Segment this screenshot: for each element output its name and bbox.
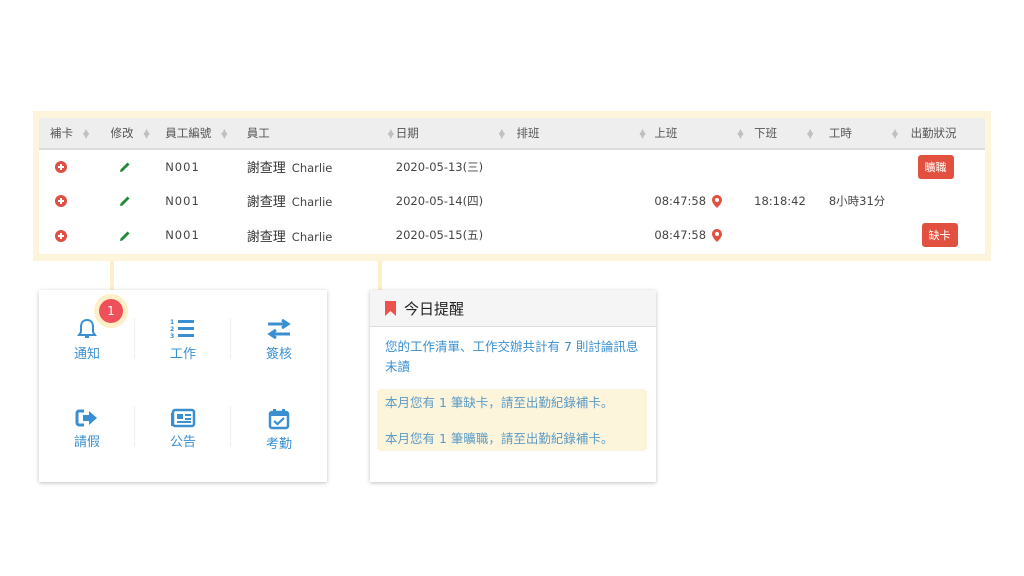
col-header-clock-out[interactable]: 下班 ▲ ▼ [754, 118, 829, 149]
clock-in-cell: 08:47:58 [654, 218, 754, 253]
quick-menu-card: 1 通知 123 工作 簽核 請假 公告 考勤 [39, 290, 327, 482]
hours-cell: 8小時31分 [828, 193, 886, 208]
shift-cell [517, 218, 655, 253]
edit-pencil-icon[interactable] [119, 230, 131, 242]
menu-item-approval[interactable]: 簽核 [231, 290, 327, 386]
svg-text:2: 2 [170, 326, 174, 333]
exchange-arrows-icon [267, 318, 291, 340]
clock-out-cell: 18:18:42 [754, 193, 806, 208]
menu-label: 請假 [73, 435, 100, 450]
table-header-row: 補卡 ▲ ▼ 修改 ▲ ▼ 員工編號 ▲ ▼ 員工 ▲ ▼ 日期 ▲ ▼ 排班 ▲ ▼ 上班 ▲ ▼ 下班 ▲… [39, 118, 985, 149]
employee-cell: 謝查理 Charlie [246, 195, 333, 211]
edit-pencil-icon[interactable] [119, 195, 131, 207]
col-header-employee[interactable]: 員工 ▲ ▼ [247, 118, 396, 149]
menu-item-leave[interactable]: 請假 [39, 386, 135, 482]
newspaper-icon [171, 408, 196, 428]
reminder-absence-link[interactable]: 本月您有 1 筆曠職，請至出勤紀錄補卡。 [385, 429, 642, 449]
date-cell: 2020-05-13(三) [395, 159, 484, 174]
today-reminder-card: 今日提醒 您的工作清單、工作交辦共計有 7 則討論訊息未讀 本月您有 1 筆缺卡… [370, 290, 656, 482]
add-makeup-icon[interactable] [55, 229, 67, 242]
attendance-table: 補卡 ▲ ▼ 修改 ▲ ▼ 員工編號 ▲ ▼ 員工 ▲ ▼ 日期 ▲ ▼ 排班 ▲ ▼ 上班 ▲ ▼ 下班 ▲… [39, 118, 985, 253]
table-row: N001 謝查理 Charlie 2020-05-13(三) 曠職 [39, 149, 985, 184]
reminder-title: 今日提醒 [404, 299, 465, 318]
sort-icon[interactable]: ▲ ▼ [144, 127, 152, 139]
bookmark-icon [385, 300, 396, 316]
menu-item-work[interactable]: 123 工作 [135, 290, 231, 386]
location-pin-icon[interactable] [712, 194, 723, 208]
date-cell: 2020-05-14(四) [395, 193, 484, 208]
emp-id-cell: N001 [165, 193, 200, 208]
menu-label: 簽核 [265, 347, 292, 362]
emp-id-cell: N001 [165, 228, 200, 243]
col-header-hours[interactable]: 工時 ▲ ▼ [829, 118, 911, 149]
col-header-status[interactable]: 出勤狀況 [911, 118, 985, 149]
notification-count-badge: 1 [99, 299, 123, 323]
svg-text:1: 1 [170, 319, 174, 326]
shift-cell [517, 184, 655, 219]
reminder-body: 您的工作清單、工作交辦共計有 7 則討論訊息未讀 本月您有 1 筆缺卡，請至出勤… [370, 327, 656, 451]
clock-out-cell [754, 149, 829, 184]
sort-icon[interactable]: ▲ ▼ [388, 127, 396, 139]
menu-label: 考勤 [265, 437, 292, 452]
date-cell: 2020-05-15(五) [395, 228, 484, 243]
status-cell [911, 184, 985, 219]
menu-item-attendance[interactable]: 考勤 [231, 386, 327, 482]
add-makeup-icon[interactable] [55, 161, 67, 174]
reminder-message-link[interactable]: 您的工作清單、工作交辦共計有 7 則討論訊息未讀 [385, 337, 642, 377]
sort-icon[interactable]: ▲ ▼ [737, 127, 745, 139]
status-badge[interactable]: 缺卡 [921, 223, 958, 248]
employee-cell: 謝查理 Charlie [246, 229, 333, 245]
table-row: N001 謝查理 Charlie 2020-05-15(五) 08:47:58 缺… [39, 218, 985, 253]
clock-out-cell [754, 218, 829, 253]
edit-pencil-icon[interactable] [119, 161, 131, 173]
location-pin-icon[interactable] [712, 229, 723, 243]
reminder-header: 今日提醒 [370, 290, 656, 327]
table-row: N001 謝查理 Charlie 2020-05-14(四) 08:47:58 1… [39, 184, 985, 219]
col-header-date[interactable]: 日期 ▲ ▼ [396, 118, 517, 149]
sort-icon[interactable]: ▲ ▼ [221, 127, 229, 139]
clock-in-cell [654, 149, 754, 184]
numbered-list-icon: 123 [170, 319, 194, 340]
sort-icon[interactable]: ▲ ▼ [83, 127, 91, 139]
sort-icon[interactable]: ▲ ▼ [807, 127, 815, 139]
status-badge[interactable]: 曠職 [917, 154, 954, 179]
hours-cell [829, 218, 911, 253]
col-header-makeup[interactable]: 補卡 ▲ ▼ [39, 118, 111, 149]
emp-id-cell: N001 [165, 159, 200, 174]
menu-label: 公告 [169, 435, 196, 450]
sign-out-icon [75, 409, 97, 427]
col-header-emp-id[interactable]: 員工編號 ▲ ▼ [165, 118, 247, 149]
col-header-shift[interactable]: 排班 ▲ ▼ [517, 118, 655, 149]
calendar-check-icon [268, 409, 290, 430]
col-header-clock-in[interactable]: 上班 ▲ ▼ [654, 118, 754, 149]
sort-icon[interactable]: ▲ ▼ [499, 127, 507, 139]
reminder-highlight-block: 本月您有 1 筆缺卡，請至出勤紀錄補卡。 本月您有 1 筆曠職，請至出勤紀錄補卡… [377, 389, 647, 451]
menu-item-announcement[interactable]: 公告 [135, 386, 231, 482]
shift-cell [517, 149, 655, 184]
attendance-table-container: 補卡 ▲ ▼ 修改 ▲ ▼ 員工編號 ▲ ▼ 員工 ▲ ▼ 日期 ▲ ▼ 排班 ▲ ▼ 上班 ▲ ▼ 下班 ▲… [39, 118, 985, 254]
sort-icon[interactable]: ▲ ▼ [640, 127, 648, 139]
sort-icon[interactable]: ▲ ▼ [892, 127, 900, 139]
svg-text:3: 3 [170, 333, 174, 340]
employee-cell: 謝查理 Charlie [246, 161, 333, 177]
menu-item-notifications[interactable]: 1 通知 [39, 290, 135, 386]
reminder-missing-punch-link[interactable]: 本月您有 1 筆缺卡，請至出勤紀錄補卡。 [385, 393, 642, 413]
attendance-screen: 補卡 ▲ ▼ 修改 ▲ ▼ 員工編號 ▲ ▼ 員工 ▲ ▼ 日期 ▲ ▼ 排班 ▲ ▼ 上班 ▲ ▼ 下班 ▲… [0, 0, 1024, 576]
menu-label: 通知 [73, 347, 100, 362]
bell-icon [77, 318, 97, 338]
col-header-edit[interactable]: 修改 ▲ ▼ [111, 118, 166, 149]
clock-in-cell: 08:47:58 [654, 184, 754, 219]
menu-label: 工作 [169, 347, 196, 362]
add-makeup-icon[interactable] [55, 195, 67, 208]
hours-cell [829, 149, 911, 184]
